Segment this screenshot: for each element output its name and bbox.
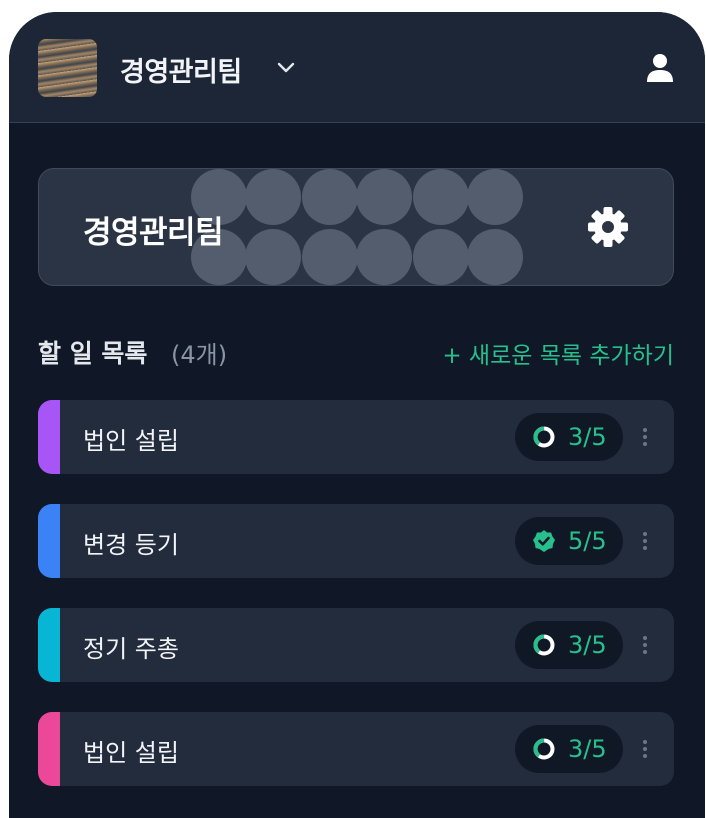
team-avatar[interactable] bbox=[38, 39, 97, 97]
top-bar: 경영관리팀 bbox=[9, 12, 705, 123]
banner-pattern bbox=[191, 169, 523, 285]
todo-section-count: (4개) bbox=[171, 341, 228, 369]
todo-color-bar bbox=[38, 608, 60, 682]
progress-badge: 5/5 bbox=[515, 517, 623, 565]
progress-count: 5/5 bbox=[568, 527, 607, 555]
check-badge-icon bbox=[533, 530, 555, 552]
more-options-icon[interactable] bbox=[638, 635, 652, 655]
team-banner: 경영관리팀 bbox=[38, 168, 674, 286]
gear-icon[interactable] bbox=[586, 205, 630, 249]
team-banner-title: 경영관리팀 bbox=[83, 215, 224, 251]
todo-list-label: 정기 주총 bbox=[83, 635, 179, 663]
todo-list-item[interactable]: 변경 등기 5/5 bbox=[38, 504, 674, 578]
progress-badge: 3/5 bbox=[515, 725, 623, 773]
more-options-icon[interactable] bbox=[638, 739, 652, 759]
chevron-down-icon[interactable] bbox=[274, 56, 298, 80]
todo-list-label: 법인 설립 bbox=[83, 427, 179, 455]
progress-ring-icon bbox=[533, 634, 555, 656]
todo-color-bar bbox=[38, 712, 60, 786]
todo-list-label: 변경 등기 bbox=[83, 531, 179, 559]
app-screen: 경영관리팀 경영관리팀 할 일 목록 (4개) + 새로운 목록 추가하기 법인… bbox=[9, 12, 705, 818]
progress-count: 3/5 bbox=[568, 631, 607, 659]
todo-list-label: 법인 설립 bbox=[83, 739, 179, 767]
todo-list-item[interactable]: 정기 주총 3/5 bbox=[38, 608, 674, 682]
progress-ring-icon bbox=[533, 426, 555, 448]
todo-color-bar bbox=[38, 504, 60, 578]
todo-list-item[interactable]: 법인 설립 3/5 bbox=[38, 400, 674, 474]
more-options-icon[interactable] bbox=[638, 531, 652, 551]
user-icon[interactable] bbox=[646, 53, 674, 83]
progress-ring-icon bbox=[533, 738, 555, 760]
todo-color-bar bbox=[38, 400, 60, 474]
progress-count: 3/5 bbox=[568, 735, 607, 763]
todo-list-item[interactable]: 법인 설립 3/5 bbox=[38, 712, 674, 786]
progress-count: 3/5 bbox=[568, 423, 607, 451]
more-options-icon[interactable] bbox=[638, 427, 652, 447]
team-switcher-label[interactable]: 경영관리팀 bbox=[120, 50, 242, 89]
todo-section-title: 할 일 목록 bbox=[38, 339, 148, 368]
progress-badge: 3/5 bbox=[515, 413, 623, 461]
progress-badge: 3/5 bbox=[515, 621, 623, 669]
add-new-list-link[interactable]: + 새로운 목록 추가하기 bbox=[442, 336, 674, 370]
